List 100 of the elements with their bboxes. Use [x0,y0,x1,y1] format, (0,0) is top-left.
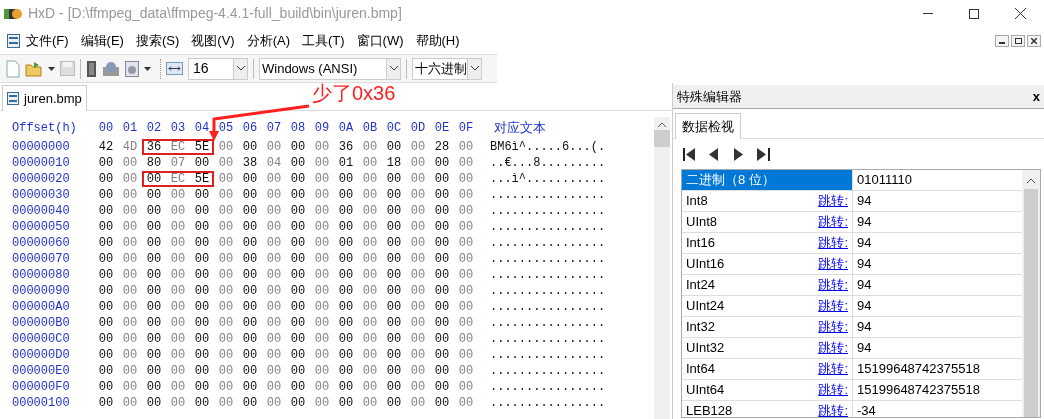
byte-cell[interactable]: 00 [382,221,406,233]
byte-cell[interactable]: 00 [358,221,382,233]
byte-cell[interactable]: 00 [358,205,382,217]
byte-cell[interactable]: 00 [286,157,310,169]
jump-link[interactable]: 跳转: [818,401,848,417]
byte-cell[interactable]: 00 [190,301,214,313]
byte-cell[interactable]: 00 [334,317,358,329]
byte-cell[interactable]: 28 [430,141,454,153]
byte-cell[interactable]: 00 [238,141,262,153]
byte-cell[interactable]: 00 [190,221,214,233]
byte-cell[interactable]: 00 [262,189,286,201]
byte-cell[interactable]: 00 [382,269,406,281]
byte-cell[interactable]: 00 [334,333,358,345]
byte-cell[interactable]: 36 [334,141,358,153]
byte-cell[interactable]: 00 [358,301,382,313]
byte-cell[interactable]: 00 [262,365,286,377]
byte-cell[interactable]: 00 [166,237,190,249]
byte-cell[interactable]: 00 [310,301,334,313]
byte-cell[interactable]: 00 [454,333,478,345]
byte-cell[interactable]: 00 [286,221,310,233]
byte-cell[interactable]: 00 [286,397,310,409]
byte-cell[interactable]: 00 [382,205,406,217]
byte-cell[interactable]: 00 [310,141,334,153]
panel-close-button[interactable]: x [1032,86,1040,107]
byte-cell[interactable]: 00 [334,381,358,393]
byte-cell[interactable]: 00 [334,349,358,361]
grid-row-label[interactable]: UInt64 跳转: [682,380,853,400]
byte-cell[interactable]: 00 [214,221,238,233]
byte-cell[interactable]: 00 [190,381,214,393]
menu-item[interactable]: 窗口(W) [356,30,404,51]
byte-cell[interactable]: 00 [310,189,334,201]
byte-cell[interactable]: 00 [142,381,166,393]
byte-cell[interactable]: 00 [334,173,358,185]
byte-cell[interactable]: 00 [238,285,262,297]
byte-cell[interactable]: 00 [190,317,214,329]
byte-cell[interactable]: 00 [430,301,454,313]
byte-cell[interactable]: 00 [358,237,382,249]
byte-cell[interactable]: 00 [358,285,382,297]
grid-row-label[interactable]: UInt16 跳转: [682,254,853,274]
jump-link[interactable]: 跳转: [818,275,848,295]
byte-cell[interactable]: 00 [214,301,238,313]
byte-cell[interactable]: 00 [286,189,310,201]
byte-cell[interactable]: 00 [262,349,286,361]
byte-cell[interactable]: 00 [214,365,238,377]
byte-cell[interactable]: 00 [190,269,214,281]
byte-cell[interactable]: 00 [430,157,454,169]
byte-cell[interactable]: 00 [262,173,286,185]
byte-cell[interactable]: 00 [214,381,238,393]
byte-cell[interactable]: 00 [382,253,406,265]
byte-cell[interactable]: 00 [286,269,310,281]
byte-cell[interactable]: 00 [334,237,358,249]
jump-link[interactable]: 跳转: [818,359,848,379]
grid-row-label[interactable]: LEB128 跳转: [682,401,853,417]
inspector-tab[interactable]: 数据检视 [675,113,741,139]
byte-cell[interactable]: 00 [262,141,286,153]
byte-cell[interactable]: 00 [454,365,478,377]
byte-cell[interactable]: 00 [94,189,118,201]
byte-cell[interactable]: 00 [310,157,334,169]
byte-cell[interactable]: 00 [454,285,478,297]
byte-cell[interactable]: 00 [430,349,454,361]
byte-cell[interactable]: 00 [118,333,142,345]
byte-cell[interactable]: 00 [358,141,382,153]
byte-cell[interactable]: 00 [118,237,142,249]
grid-row-label[interactable]: 二进制（8 位） [682,170,853,190]
byte-cell[interactable]: 00 [166,285,190,297]
byte-cell[interactable]: 00 [406,237,430,249]
grid-row-label[interactable]: UInt8 跳转: [682,212,853,232]
byte-cell[interactable]: 00 [94,173,118,185]
byte-cell[interactable]: 00 [406,381,430,393]
byte-cell[interactable]: 00 [262,237,286,249]
byte-cell[interactable]: 00 [238,365,262,377]
byte-cell[interactable]: 00 [238,269,262,281]
byte-cell[interactable]: 00 [406,317,430,329]
byte-cell[interactable]: 00 [94,221,118,233]
jump-link[interactable]: 跳转: [818,233,848,253]
byte-cell[interactable]: 00 [454,173,478,185]
byte-cell[interactable]: 00 [358,173,382,185]
byte-cell[interactable]: 00 [286,173,310,185]
byte-cell[interactable]: 00 [310,333,334,345]
jump-link[interactable]: 跳转: [818,191,848,211]
byte-cell[interactable]: 00 [262,285,286,297]
byte-cell[interactable]: 00 [310,221,334,233]
byte-cell[interactable]: 00 [286,301,310,313]
byte-cell[interactable]: 00 [142,349,166,361]
byte-cell[interactable]: 00 [406,157,430,169]
byte-cell[interactable]: 00 [454,253,478,265]
byte-cell[interactable]: 00 [334,253,358,265]
byte-cell[interactable]: 00 [358,157,382,169]
byte-cell[interactable]: 00 [454,237,478,249]
byte-cell[interactable]: 00 [166,189,190,201]
menu-item[interactable]: 视图(V) [191,30,235,51]
byte-cell[interactable]: 00 [214,157,238,169]
byte-cell[interactable]: 00 [454,221,478,233]
byte-cell[interactable]: 00 [238,317,262,329]
byte-cell[interactable]: 00 [382,381,406,393]
byte-cell[interactable]: 00 [382,317,406,329]
byte-cell[interactable]: 00 [430,333,454,345]
byte-cell[interactable]: 00 [94,397,118,409]
byte-cell[interactable]: 00 [430,285,454,297]
byte-cell[interactable]: 00 [382,285,406,297]
